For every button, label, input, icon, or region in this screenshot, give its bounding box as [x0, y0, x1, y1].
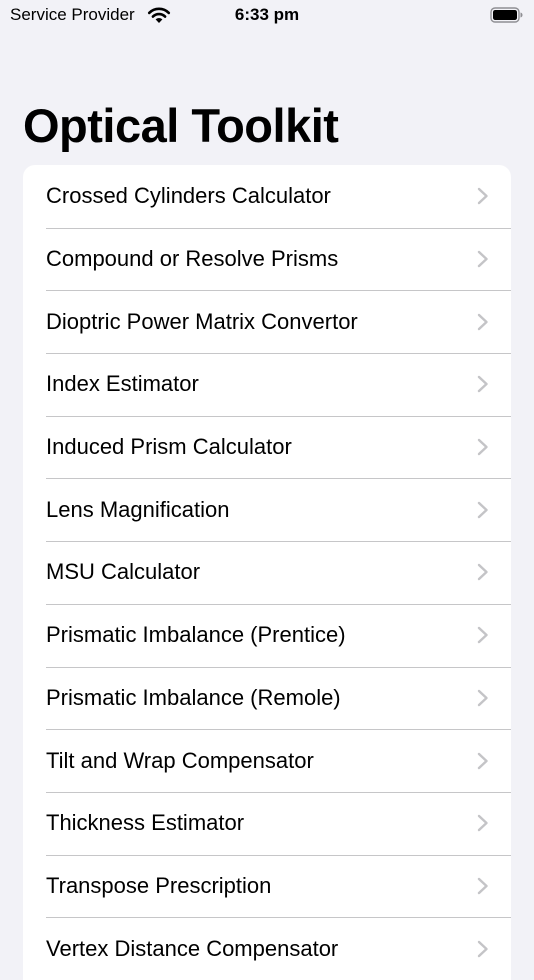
list-item-label: Tilt and Wrap Compensator [46, 747, 314, 773]
chevron-right-icon [477, 752, 489, 770]
chevron-right-icon [477, 187, 489, 205]
list-item-induced-prism[interactable]: Induced Prism Calculator [23, 415, 511, 479]
tools-list: Crossed Cylinders Calculator Compound or… [23, 165, 511, 980]
list-item-label: Vertex Distance Compensator [46, 935, 339, 961]
list-item-label: MSU Calculator [46, 559, 201, 585]
list-item-label: Index Estimator [46, 371, 199, 397]
page-title: Optical Toolkit [23, 99, 339, 152]
chevron-right-icon [477, 814, 489, 832]
list-item-lens-magnification[interactable]: Lens Magnification [23, 478, 511, 541]
list-item-label: Induced Prism Calculator [46, 434, 292, 460]
chevron-right-icon [477, 250, 489, 268]
list-item-label: Prismatic Imbalance (Remole) [46, 684, 341, 710]
battery-icon [490, 6, 524, 24]
clock: 6:33 pm [234, 5, 300, 24]
list-item-label: Crossed Cylinders Calculator [46, 183, 331, 209]
list-item-index-estimator[interactable]: Index Estimator [23, 353, 511, 416]
list-item-prismatic-imbalance-remole[interactable]: Prismatic Imbalance (Remole) [23, 666, 511, 730]
list-item-label: Prismatic Imbalance (Prentice) [46, 622, 346, 648]
list-item-label: Lens Magnification [46, 496, 230, 522]
list-item-tilt-wrap-compensator[interactable]: Tilt and Wrap Compensator [23, 729, 511, 792]
list-item-label: Thickness Estimator [46, 810, 245, 836]
chevron-right-icon [477, 877, 489, 895]
chevron-right-icon [477, 313, 489, 331]
chevron-right-icon [477, 563, 489, 581]
status-bar: Service Provider 6:33 pm [0, 0, 534, 30]
chevron-right-icon [477, 501, 489, 519]
list-item-dioptric-power-matrix[interactable]: Dioptric Power Matrix Convertor [23, 290, 511, 353]
list-item-vertex-distance-compensator[interactable]: Vertex Distance Compensator [23, 917, 511, 980]
chevron-right-icon [477, 438, 489, 456]
chevron-right-icon [477, 375, 489, 393]
list-item-label: Transpose Prescription [46, 872, 272, 898]
chevron-right-icon [477, 689, 489, 707]
list-item-thickness-estimator[interactable]: Thickness Estimator [23, 791, 511, 855]
list-item-msu-calculator[interactable]: MSU Calculator [23, 541, 511, 604]
list-item-label: Compound or Resolve Prisms [46, 246, 339, 272]
list-item-transpose-prescription[interactable]: Transpose Prescription [23, 854, 511, 918]
list-item-prismatic-imbalance-prentice[interactable]: Prismatic Imbalance (Prentice) [23, 603, 511, 667]
list-item-label: Dioptric Power Matrix Convertor [46, 308, 358, 334]
chevron-right-icon [477, 940, 489, 958]
chevron-right-icon [477, 626, 489, 644]
list-item-compound-resolve-prisms[interactable]: Compound or Resolve Prisms [23, 227, 511, 291]
list-item-crossed-cylinders[interactable]: Crossed Cylinders Calculator [23, 165, 511, 228]
